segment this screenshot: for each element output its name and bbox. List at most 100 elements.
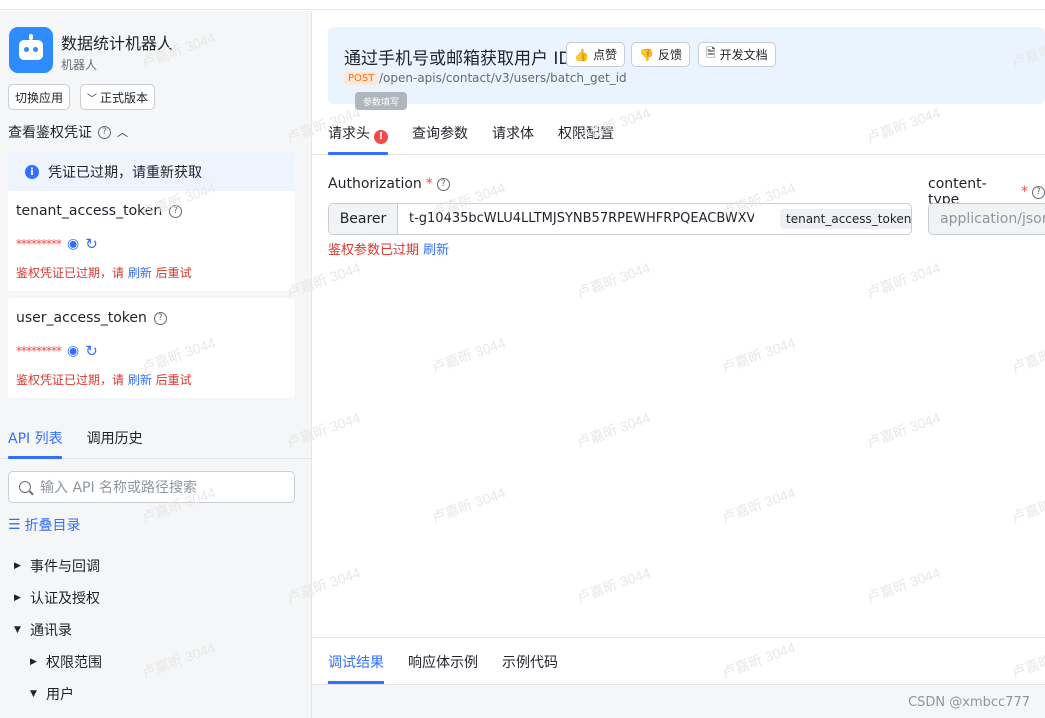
top-bar xyxy=(0,0,1045,10)
token-value[interactable]: t-g10435bcWLU4LLTMJSYNB57RPEWHFRPQEACBWX… xyxy=(409,211,754,226)
token-name: tenant_access_token xyxy=(16,203,163,219)
watermark: 卢嘉昕 3044 xyxy=(864,564,943,606)
switch-app-button[interactable]: 切换应用 xyxy=(8,84,71,110)
expired-alert: i 凭证已过期，请重新获取 xyxy=(8,153,295,191)
required-mark: * xyxy=(1021,184,1029,200)
feedback-button[interactable]: 👎 反馈 xyxy=(631,42,690,67)
field-label-text: Authorization xyxy=(328,176,422,192)
authorization-field[interactable]: Bearer t-g10435bcWLU4LLTMJSYNB57RPEWHFRP… xyxy=(328,203,912,235)
chevron-up-icon: ︿ xyxy=(117,126,128,139)
watermark: 卢嘉昕 3044 xyxy=(719,484,798,526)
tree-item-user[interactable]: ▼ 用户 xyxy=(30,684,74,704)
tab-permissions[interactable]: 权限配置 xyxy=(558,123,614,144)
divider xyxy=(312,154,1045,155)
tree-item-auth[interactable]: ▶ 认证及授权 xyxy=(14,588,100,608)
left-tabs: API 列表 调用历史 xyxy=(8,428,143,448)
token-error: 鉴权凭证已过期，请 刷新 后重试 xyxy=(16,373,192,387)
tooltip: 参数填写 xyxy=(355,92,407,110)
help-icon[interactable]: ? xyxy=(169,204,183,218)
version-select[interactable]: ﹀ 正式版本 xyxy=(80,84,156,110)
token-error: 鉴权凭证已过期，请 刷新 后重试 xyxy=(16,266,192,280)
tree-label: 通讯录 xyxy=(30,623,72,639)
tab-response-sample[interactable]: 响应体示例 xyxy=(408,652,478,672)
thumbs-up-icon: 👍 xyxy=(574,47,589,62)
refresh-icon[interactable]: ↻ xyxy=(85,342,98,360)
like-button[interactable]: 👍 点赞 xyxy=(566,42,625,67)
watermark: 卢嘉昕 3044 xyxy=(719,334,798,376)
api-path: /open-apis/contact/v3/users/batch_get_id xyxy=(379,71,627,85)
tree-label: 认证及授权 xyxy=(30,591,100,607)
document-icon: 🗎 xyxy=(706,46,716,60)
search-input[interactable]: 输入 API 名称或路径搜索 xyxy=(8,471,295,503)
tab-indicator xyxy=(328,152,388,155)
feedback-label: 反馈 xyxy=(657,48,682,62)
eye-icon[interactable]: ◉ xyxy=(67,236,79,252)
watermark: 卢嘉昕 3044 xyxy=(864,409,943,451)
watermark: 卢嘉昕 3044 xyxy=(1009,484,1045,526)
tree-item-scope[interactable]: ▶ 权限范围 xyxy=(30,652,102,672)
tab-api-list[interactable]: API 列表 xyxy=(8,428,63,448)
token-card-user: user_access_token? ********* ◉ ↻ 鉴权凭证已过期… xyxy=(8,298,295,398)
refresh-icon[interactable]: ↻ xyxy=(85,235,98,253)
help-icon[interactable]: ? xyxy=(153,311,167,325)
caret-down-icon: ▼ xyxy=(30,689,37,699)
tab-history[interactable]: 调用历史 xyxy=(87,428,143,448)
token-card-tenant: tenant_access_token? ********* ◉ ↻ 鉴权凭证已… xyxy=(8,191,295,291)
tab-body[interactable]: 请求体 xyxy=(492,123,534,144)
tab-query[interactable]: 查询参数 xyxy=(412,123,468,144)
watermark: 卢嘉昕 3044 xyxy=(574,259,653,301)
caret-right-icon: ▶ xyxy=(14,593,21,603)
watermark: 卢嘉昕 3044 xyxy=(719,639,798,681)
watermark: 卢嘉昕 3044 xyxy=(1009,639,1045,681)
request-tabs: 请求头! 查询参数 请求体 权限配置 xyxy=(328,123,614,144)
robot-app-icon xyxy=(9,27,53,73)
token-type-tag[interactable]: tenant_access_token xyxy=(780,209,911,229)
tree-item-events[interactable]: ▶ 事件与回调 xyxy=(14,556,100,576)
tree-label: 权限范围 xyxy=(46,655,102,671)
api-title: 通过手机号或邮箱获取用户 ID xyxy=(344,49,572,69)
result-tabs: 调试结果 响应体示例 示例代码 xyxy=(328,652,558,672)
caret-right-icon: ▶ xyxy=(14,561,21,571)
help-icon[interactable]: ? xyxy=(436,177,450,191)
thumbs-down-icon: 👎 xyxy=(639,47,654,62)
refresh-link[interactable]: 刷新 xyxy=(128,266,152,280)
caret-right-icon: ▶ xyxy=(30,657,37,667)
required-mark: * xyxy=(425,176,433,192)
tab-indicator xyxy=(8,456,62,459)
watermark: 卢嘉昕 3044 xyxy=(429,334,508,376)
divider xyxy=(312,637,1045,638)
tab-headers[interactable]: 请求头! xyxy=(328,123,388,144)
auth-error-text: 鉴权参数已过期 xyxy=(328,243,420,258)
help-icon[interactable]: ? xyxy=(1032,185,1045,199)
watermark: 卢嘉昕 3044 xyxy=(864,259,943,301)
like-label: 点赞 xyxy=(592,48,617,62)
content-type-field: application/json xyxy=(928,203,1045,235)
fold-catalog-button[interactable]: ☰ 折叠目录 xyxy=(8,515,81,535)
watermark: 卢嘉昕 3044 xyxy=(1009,334,1045,376)
method-badge: POST xyxy=(344,72,379,85)
tab-result[interactable]: 调试结果 xyxy=(328,652,384,672)
watermark: 卢嘉昕 3044 xyxy=(574,409,653,451)
eye-icon[interactable]: ◉ xyxy=(67,343,79,359)
tab-sample-code[interactable]: 示例代码 xyxy=(502,652,558,672)
api-header-card: 通过手机号或邮箱获取用户 ID 👍 点赞 👎 反馈 🗎 开发文档 POST /open… xyxy=(328,27,1045,104)
version-label: 正式版本 xyxy=(100,90,149,105)
docs-button[interactable]: 🗎 开发文档 xyxy=(698,42,776,67)
token-mask: ********* xyxy=(16,237,62,251)
help-icon[interactable]: ? xyxy=(98,125,111,139)
bearer-prefix: Bearer xyxy=(329,204,398,234)
search-icon xyxy=(19,481,31,493)
search-placeholder: 输入 API 名称或路径搜索 xyxy=(40,480,198,496)
info-icon: i xyxy=(25,165,39,179)
auth-section-title: 查看鉴权凭证 xyxy=(8,125,92,141)
chevron-down-icon: ﹀ xyxy=(87,93,97,105)
refresh-link[interactable]: 刷新 xyxy=(128,373,152,387)
auth-section-toggle[interactable]: 查看鉴权凭证 ? ︿ xyxy=(8,122,128,142)
app-type: 机器人 xyxy=(61,58,98,72)
refresh-link[interactable]: 刷新 xyxy=(423,243,449,258)
app-name: 数据统计机器人 xyxy=(61,34,174,53)
tree-item-contact[interactable]: ▼ 通讯录 xyxy=(14,620,72,640)
watermark: 卢嘉昕 3044 xyxy=(429,484,508,526)
credit-watermark: CSDN @xmbcc777 xyxy=(908,695,1030,710)
switch-app-label: 切换应用 xyxy=(15,90,64,105)
